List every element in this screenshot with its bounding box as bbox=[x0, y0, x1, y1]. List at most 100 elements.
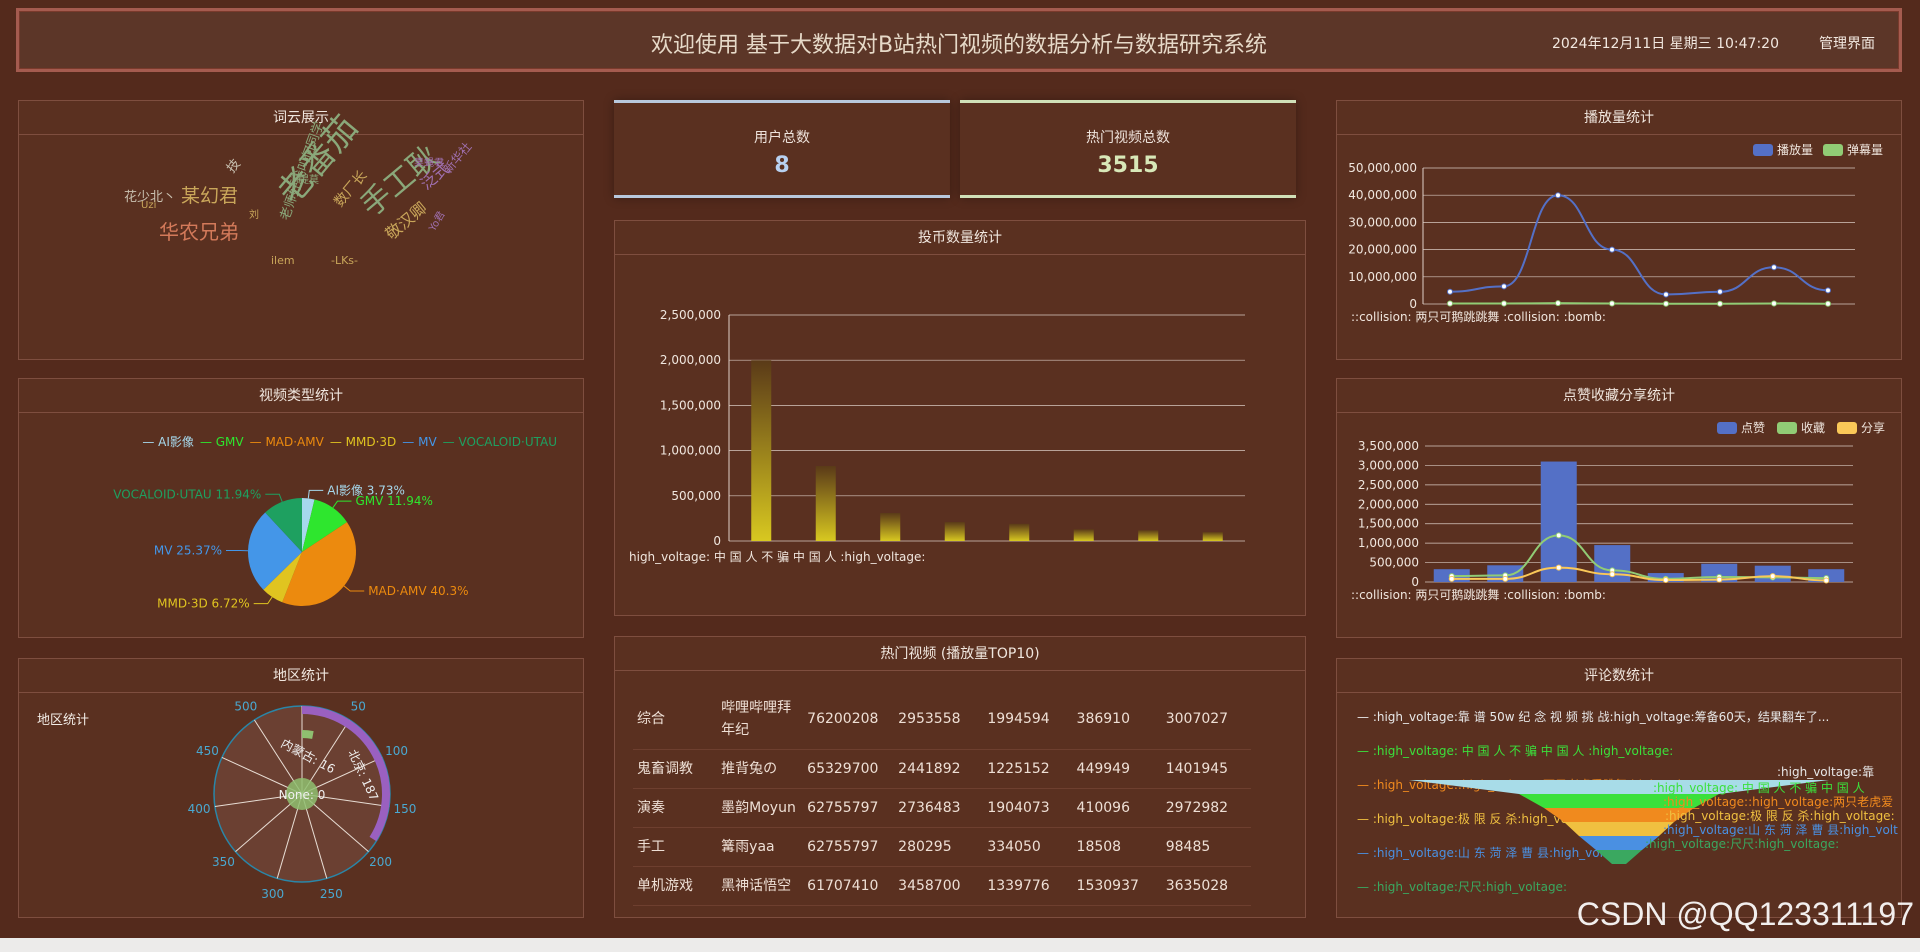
table-row[interactable]: 单机游戏 黑神话悟空 61707410 3458700 1339776 1530937 36… bbox=[633, 866, 1251, 906]
coin-bar[interactable] bbox=[944, 522, 965, 541]
table-cell: 手工 bbox=[633, 827, 718, 867]
top10-table-wrap[interactable]: 综合 哔哩哔哩拜年纪 76200208 2953558 1994594 386910 300… bbox=[633, 689, 1251, 911]
play-point[interactable] bbox=[1717, 288, 1723, 295]
like-legend-label: 分享 bbox=[1861, 420, 1885, 435]
table-cell: 2736483 bbox=[894, 788, 984, 828]
table-row[interactable]: 综合 哔哩哔哩拜年纪 76200208 2953558 1994594 386910 300… bbox=[633, 689, 1251, 750]
table-cell: 哔哩哔哩拜年纪 bbox=[717, 689, 804, 750]
table-cell: 1225152 bbox=[983, 749, 1073, 789]
play-xlabel: ::collision: 两只可鹅跳跳舞 :collision: :bomb: bbox=[1351, 310, 1606, 324]
play-point[interactable] bbox=[1663, 300, 1669, 307]
coin-bar[interactable] bbox=[1138, 530, 1159, 541]
comment-funnel-chart: :high_voltage:靠:high_voltage: 中 国 人 不 骗 … bbox=[1409, 765, 1898, 864]
bottom-strip bbox=[0, 938, 1920, 952]
wordcloud-word: 果蝇君 bbox=[414, 158, 444, 169]
play-point[interactable] bbox=[1555, 192, 1561, 199]
top10-panel: 热门视频 (播放量TOP10) 综合 哔哩哔哩拜年纪 76200208 2953558… bbox=[614, 636, 1306, 918]
users-card: 用户总数 8 bbox=[614, 100, 950, 198]
coin-bar[interactable] bbox=[880, 512, 901, 541]
like-legend-swatch[interactable] bbox=[1837, 422, 1857, 434]
play-point[interactable] bbox=[1663, 291, 1669, 298]
pie-slice-label: MAD·AMV 40.3% bbox=[368, 584, 468, 598]
play-point[interactable] bbox=[1825, 300, 1831, 307]
table-cell: 2972982 bbox=[1161, 788, 1251, 828]
table-cell: 综合 bbox=[633, 689, 718, 750]
coin-bar[interactable] bbox=[1009, 523, 1030, 541]
like-ytick: 2,000,000 bbox=[1358, 497, 1419, 511]
coin-xlabel: high_voltage: 中 国 人 不 骗 中 国 人 :high_volt… bbox=[629, 549, 925, 564]
wordcloud-title: 词云展示 bbox=[19, 101, 583, 135]
play-line-chart: 播放量 弹幕量 0 10,000,000 20,000,000 30,000,000 40,… bbox=[1348, 142, 1883, 324]
funnel-segment[interactable] bbox=[1596, 850, 1642, 864]
play-ytick: 0 bbox=[1409, 297, 1417, 311]
funnel-segment[interactable] bbox=[1564, 822, 1674, 836]
admin-link[interactable]: 管理界面 bbox=[1819, 33, 1875, 53]
coin-bar[interactable] bbox=[815, 465, 836, 541]
table-row[interactable]: 手工 篝雨yaa 62755797 280295 334050 18508 98485 bbox=[633, 827, 1251, 867]
wordcloud-word: Uzi bbox=[141, 200, 157, 211]
play-point[interactable] bbox=[1501, 300, 1507, 307]
like-point[interactable] bbox=[1823, 577, 1830, 584]
like-point[interactable] bbox=[1769, 573, 1776, 580]
polar-tick-label: 250 bbox=[320, 887, 343, 901]
like-point[interactable] bbox=[1502, 575, 1509, 582]
play-legend-swatch[interactable] bbox=[1823, 144, 1843, 156]
table-row[interactable]: 演奏 墨韵Moyun 62755797 2736483 1904073 410096 297… bbox=[633, 788, 1251, 828]
play-point[interactable] bbox=[1447, 300, 1453, 307]
funnel-label: :high_voltage:山 东 菏 泽 曹 县:high_volt bbox=[1663, 823, 1898, 837]
play-point[interactable] bbox=[1501, 283, 1507, 290]
table-cell: 76200208 bbox=[803, 689, 895, 750]
like-point[interactable] bbox=[1448, 575, 1455, 582]
like-point[interactable] bbox=[1609, 571, 1616, 578]
coin-bar[interactable] bbox=[1073, 529, 1094, 541]
table-cell: 1401945 bbox=[1161, 749, 1251, 789]
region-panel: 地区统计 地区统计 050100150200250300350400450500… bbox=[18, 658, 584, 918]
play-ytick: 50,000,000 bbox=[1348, 161, 1417, 175]
wordcloud-panel: 词云展示 老番茄 手工耿 华农兄弟 某幻君 花少北丶 敬汉卿 老师好我叫何同学 泛式 新华社 果蝇… bbox=[18, 100, 584, 360]
coin-bar[interactable] bbox=[751, 360, 772, 541]
like-legend-swatch[interactable] bbox=[1717, 422, 1737, 434]
like-point[interactable] bbox=[1716, 576, 1723, 583]
play-point[interactable] bbox=[1771, 300, 1777, 307]
play-legend-label: 弹幕量 bbox=[1847, 143, 1883, 157]
play-point[interactable] bbox=[1609, 300, 1615, 307]
like-ytick: 1,000,000 bbox=[1358, 536, 1419, 550]
like-legend-swatch[interactable] bbox=[1777, 422, 1797, 434]
coin-bar[interactable] bbox=[1202, 531, 1223, 541]
like-panel: 点赞收藏分享统计 点赞 收藏 分享 0 500,000 1,000,000 1,500,00… bbox=[1336, 378, 1902, 638]
polar-tick-label: 400 bbox=[188, 802, 211, 816]
table-cell: 280295 bbox=[894, 827, 984, 867]
videos-value: 3515 bbox=[1097, 153, 1159, 178]
play-point[interactable] bbox=[1609, 246, 1615, 253]
table-cell: 2953558 bbox=[894, 689, 984, 750]
play-point[interactable] bbox=[1771, 264, 1777, 271]
play-point[interactable] bbox=[1717, 300, 1723, 307]
polar-tick-label: 50 bbox=[351, 700, 366, 714]
pie-label-line bbox=[265, 493, 283, 502]
play-point[interactable] bbox=[1447, 288, 1453, 295]
pie-label-line bbox=[332, 500, 352, 509]
like-bar[interactable] bbox=[1540, 461, 1577, 582]
play-legend-swatch[interactable] bbox=[1753, 144, 1773, 156]
play-point[interactable] bbox=[1555, 300, 1561, 307]
polar-tick-label: 300 bbox=[261, 887, 284, 901]
videos-card: 热门视频总数 3515 bbox=[960, 100, 1296, 198]
pie-chart: AI影像 3.73%GMV 11.94%MAD·AMV 40.3%MMD·3D … bbox=[113, 483, 468, 610]
like-ytick: 0 bbox=[1411, 575, 1419, 589]
play-panel: 播放量统计 播放量 弹幕量 0 10,000,000 20,000,000 30,000,… bbox=[1336, 100, 1902, 360]
play-ytick: 30,000,000 bbox=[1348, 215, 1417, 229]
funnel-label: :high_voltage:尺尺:high_voltage: bbox=[1645, 837, 1839, 851]
like-point[interactable] bbox=[1662, 577, 1669, 584]
region-polar-chart: 050100150200250300350400450500内蒙古: 16北京:… bbox=[188, 694, 417, 901]
wordcloud-word: 某幻君 bbox=[181, 185, 239, 207]
like-ytick: 3,500,000 bbox=[1358, 439, 1419, 453]
play-point[interactable] bbox=[1825, 287, 1831, 294]
polar-arc-neimenggu bbox=[301, 730, 314, 739]
like-legend-label: 点赞 bbox=[1741, 421, 1765, 435]
like-point[interactable] bbox=[1555, 564, 1562, 571]
like-point[interactable] bbox=[1555, 532, 1562, 539]
polar-tick-label: 200 bbox=[369, 855, 392, 869]
table-row[interactable]: 鬼畜调教 推背兔の 65329700 2441892 1225152 449949 1401… bbox=[633, 749, 1251, 789]
polar-tick-label: 350 bbox=[212, 855, 235, 869]
table-cell: 1994594 bbox=[983, 689, 1073, 750]
